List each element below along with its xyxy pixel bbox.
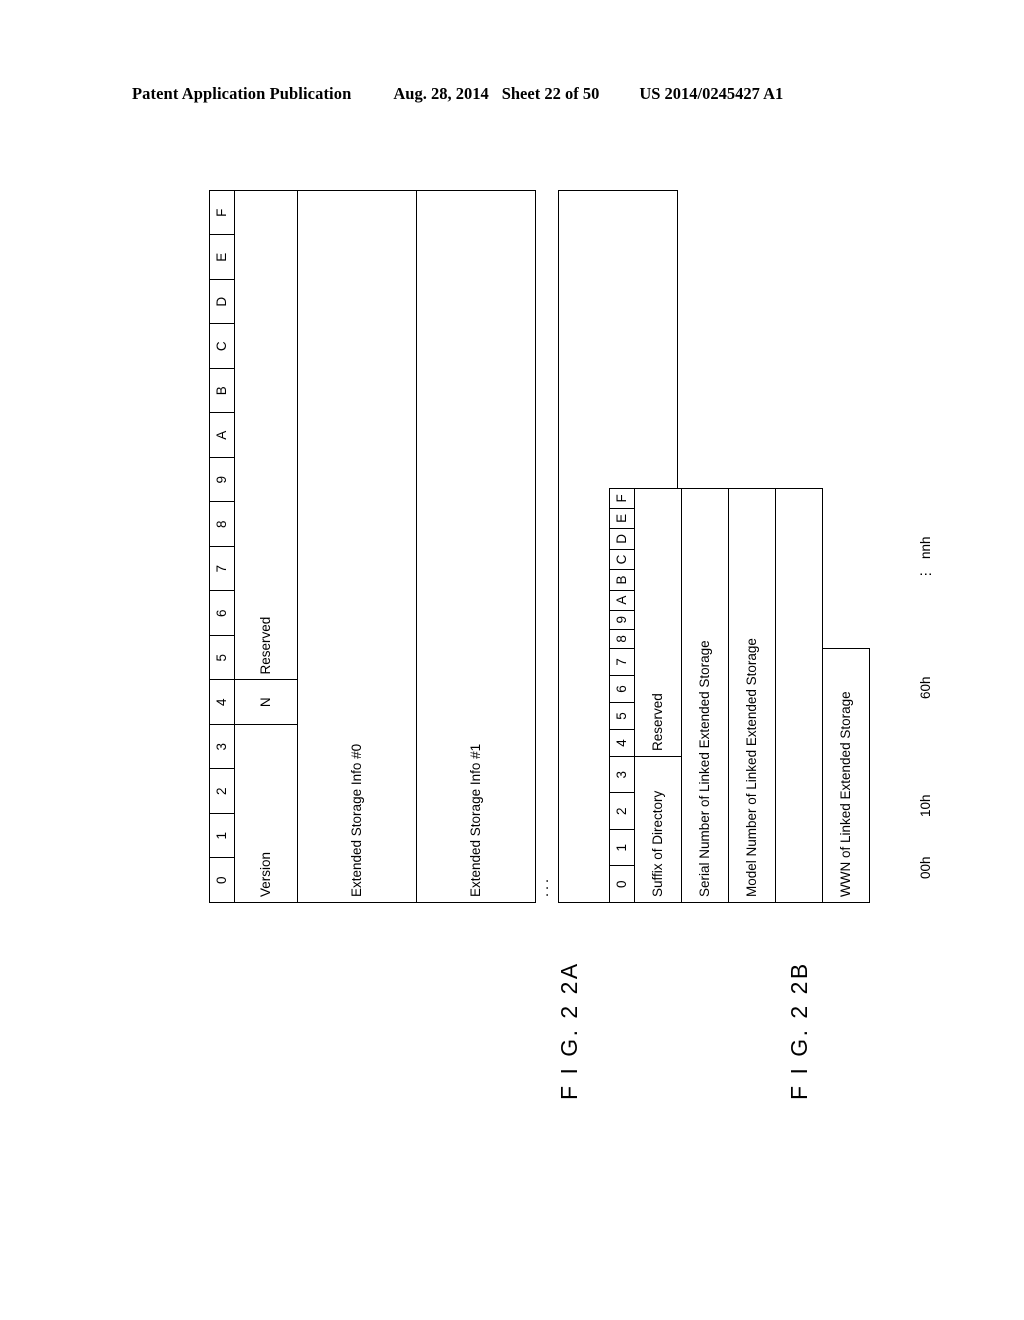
bit-column-header: 7 [209, 546, 235, 591]
bit-column-header: 6 [609, 675, 635, 703]
field-cell [775, 488, 823, 903]
bit-column-header: 4 [209, 680, 235, 725]
bit-column-header: 0 [209, 858, 235, 903]
figure-22a: 0 1 2 3 4 5 6 7 8 9 A B C D E F Version N Reserved Extended… [209, 190, 678, 903]
bit-column-header: E [609, 508, 635, 529]
field-cell: Extended Storage Info #1 [416, 190, 536, 903]
bit-column-header: F [609, 488, 635, 509]
bit-column-ruler: 0123456789ABCDEF [209, 190, 235, 903]
bit-column-header: D [209, 279, 235, 324]
bit-column-header: 0 [609, 866, 635, 903]
bit-column-header: 3 [609, 756, 635, 793]
offset-label: nnh [918, 536, 933, 559]
fig22b-caption: F I G. 2 2B [786, 961, 812, 1100]
field-cell: Reserved [234, 190, 298, 680]
field-cell: Extended Storage Info #0 [297, 190, 417, 903]
table-row: Serial Number of Linked Extended Storage [681, 488, 729, 903]
table-row: Extended Storage Info #1 [416, 190, 536, 903]
bit-column-header: 2 [209, 769, 235, 814]
bit-column-header: 8 [609, 629, 635, 649]
fig22a-caption: F I G. 2 2A [556, 961, 582, 1100]
bit-column-header: 6 [209, 591, 235, 636]
bit-column-header: 5 [209, 635, 235, 680]
bit-column-header: 9 [609, 610, 635, 630]
bit-column-header: 3 [209, 724, 235, 769]
bit-column-header: 5 [609, 702, 635, 730]
table-row: Suffix of Directory Reserved [634, 488, 682, 903]
bit-column-header: F [209, 190, 235, 235]
bit-column-header: C [609, 549, 635, 570]
bit-column-header: A [209, 413, 235, 458]
field-cell: Reserved [634, 488, 682, 757]
table-row-ellipsis: ··· [535, 190, 559, 903]
field-cell [823, 489, 870, 649]
field-cell: Serial Number of Linked Extended Storage [681, 488, 729, 903]
bit-column-header: 7 [609, 648, 635, 676]
field-cell: Suffix of Directory [634, 756, 682, 903]
bit-column-header: B [609, 569, 635, 591]
bit-column-header: B [209, 368, 235, 413]
bit-column-header: E [209, 235, 235, 280]
field-cell: Model Number of Linked Extended Storage [728, 488, 776, 903]
bit-column-header: 4 [609, 729, 635, 757]
table-row [775, 488, 823, 903]
bit-column-header: 1 [209, 813, 235, 858]
offset-label: ⋮ [918, 567, 933, 582]
bit-column-header: 8 [209, 502, 235, 547]
table-row: Model Number of Linked Extended Storage [728, 488, 776, 903]
bit-column-ruler: 0123456789ABCDEF [609, 488, 635, 903]
bit-column-header: 1 [609, 829, 635, 866]
table-row: WWN of Linked Extended Storage [822, 489, 870, 903]
field-cell: Version [234, 724, 298, 903]
fig22a-bit-table: 0 1 2 3 4 5 6 7 8 9 A B C D E F Version N Reserved Extended… [209, 190, 678, 903]
bit-column-header: C [209, 324, 235, 369]
figure-stage: 0 1 2 3 4 5 6 7 8 9 A B C D E F Version N Reserved Extended… [0, 0, 1024, 1320]
figure-22b: 0 1 2 3 4 5 6 7 8 9 A B C D E F Suffix of Directory Reser… [609, 488, 870, 903]
bit-column-header: A [609, 590, 635, 611]
bit-column-header: 9 [209, 457, 235, 502]
table-row: Version N Reserved [234, 190, 298, 903]
offset-label: 60h [918, 676, 933, 699]
field-cell: N [234, 680, 298, 725]
bit-column-header: D [609, 528, 635, 550]
table-row: Extended Storage Info #0 [297, 190, 417, 903]
offset-label: 10h [918, 794, 933, 817]
offset-label: 00h [918, 856, 933, 879]
row-continuation-ellipsis: ··· [535, 190, 559, 903]
field-cell: WWN of Linked Extended Storage [822, 648, 870, 903]
fig22b-bit-table: 0 1 2 3 4 5 6 7 8 9 A B C D E F Suffix of Directory Reser… [609, 488, 870, 903]
bit-column-header: 2 [609, 793, 635, 830]
